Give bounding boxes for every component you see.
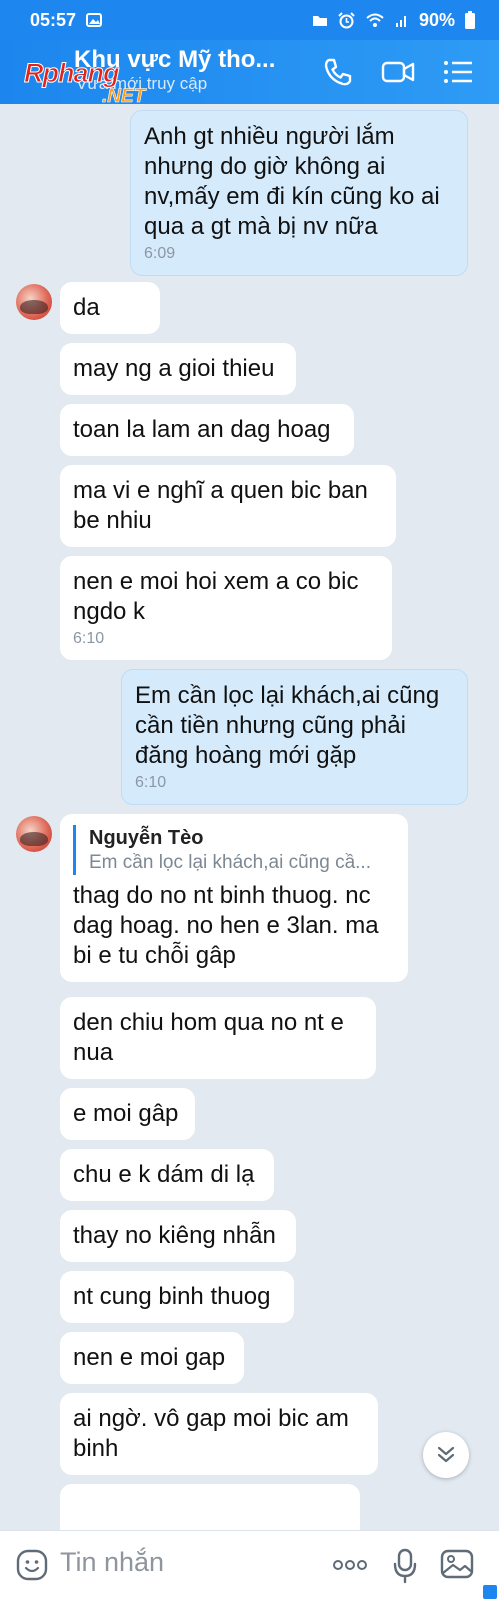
message-text: chu e k dám di lạ xyxy=(73,1161,255,1188)
battery-percent: 90% xyxy=(418,9,455,30)
message-bubble-incoming[interactable]: toan la lam an dag hoag xyxy=(60,404,354,456)
message-bubble-incoming-reply[interactable]: Nguyễn Tèo Em cần lọc lại khách,ai cũng … xyxy=(60,814,408,982)
reply-quote[interactable]: Nguyễn Tèo Em cần lọc lại khách,ai cũng … xyxy=(73,825,395,875)
avatar[interactable] xyxy=(16,816,52,852)
message-text: nt cung binh thuog xyxy=(73,1283,271,1310)
more-icon[interactable] xyxy=(332,1555,368,1575)
status-time: 05:57 xyxy=(30,9,77,30)
double-chevron-down-icon xyxy=(437,1446,455,1463)
message-bubble-incoming[interactable]: chu e k dám di lạ xyxy=(60,1149,274,1201)
video-icon[interactable] xyxy=(380,54,416,90)
corner-badge xyxy=(483,1585,497,1599)
chat-header: Khu vực Mỹ tho... Vừa mới truy cập Rphan… xyxy=(0,40,499,107)
message-bubble-incoming[interactable]: thay no kiêng nhẫn xyxy=(60,1210,296,1262)
alarm-icon xyxy=(338,11,355,28)
message-bubble-incoming[interactable]: da xyxy=(60,282,160,334)
input-bar: Tin nhắn xyxy=(0,1530,499,1601)
message-bubble-incoming[interactable]: may ng a gioi thieu xyxy=(60,343,296,395)
message-time: 6:10 xyxy=(73,630,105,647)
message-text: nen e moi gap xyxy=(73,1344,226,1371)
folder-icon xyxy=(312,16,327,26)
quote-text: Em cần lọc lại khách,ai cũng cầ... xyxy=(89,852,371,873)
message-input[interactable]: Tin nhắn xyxy=(60,1547,164,1578)
scroll-to-bottom-button[interactable] xyxy=(423,1432,469,1478)
message-bubble-incoming[interactable]: nt cung binh thuog xyxy=(60,1271,294,1323)
emoji-icon[interactable] xyxy=(15,1548,49,1582)
message-bubble-incoming[interactable]: nen e moi gap xyxy=(60,1332,244,1384)
message-bubble-incoming[interactable]: ma vi e nghĩ a quen bic ban be nhiu xyxy=(60,465,396,547)
message-text: da xyxy=(73,294,100,321)
message-bubble-incoming[interactable]: e moi gâp xyxy=(60,1088,195,1140)
message-text: Em cần lọc lại khách,ai cũng cần tiền nh… xyxy=(135,682,440,769)
message-text: ai ngờ. vô gap moi bic am binh xyxy=(73,1405,349,1462)
message-text: nen e moi hoi xem a co bic ngdo k xyxy=(73,568,359,625)
image-icon[interactable] xyxy=(440,1548,474,1580)
message-text: e moi gâp xyxy=(73,1100,179,1127)
image-icon xyxy=(86,13,103,27)
avatar[interactable] xyxy=(16,284,52,320)
phone-icon[interactable] xyxy=(320,54,356,90)
message-text: Anh gt nhiều người lắm nhưng do giờ khôn… xyxy=(144,123,440,240)
wifi-icon xyxy=(366,13,384,27)
message-text: toan la lam an dag hoag xyxy=(73,416,331,443)
battery-icon xyxy=(465,11,475,29)
message-text: den chiu hom qua no nt e nua xyxy=(73,1009,344,1066)
message-text: may ng a gioi thieu xyxy=(73,355,275,382)
menu-icon[interactable] xyxy=(440,54,476,90)
watermark-logo: Rphang .NET xyxy=(24,58,146,108)
message-bubble-outgoing[interactable]: Em cần lọc lại khách,ai cũng cần tiền nh… xyxy=(121,669,468,805)
message-bubble-incoming[interactable]: den chiu hom qua no nt e nua xyxy=(60,997,376,1079)
microphone-icon[interactable] xyxy=(392,1548,418,1584)
status-bar: 05:57 90% xyxy=(0,0,499,40)
message-bubble-outgoing[interactable]: Anh gt nhiều người lắm nhưng do giờ khôn… xyxy=(130,110,468,276)
message-bubble-incoming-partial[interactable] xyxy=(60,1484,360,1530)
quote-author: Nguyễn Tèo xyxy=(89,827,204,849)
message-time: 6:10 xyxy=(135,774,167,791)
signal-icon xyxy=(395,15,406,27)
message-time: 6:09 xyxy=(144,245,176,262)
message-list[interactable]: Anh gt nhiều người lắm nhưng do giờ khôn… xyxy=(0,104,499,1530)
message-text: ma vi e nghĩ a quen bic ban be nhiu xyxy=(73,477,368,534)
message-text: thag do no nt binh thuog. nc dag hoag. n… xyxy=(73,882,379,969)
message-text: thay no kiêng nhẫn xyxy=(73,1222,276,1249)
message-bubble-incoming[interactable]: nen e moi hoi xem a co bic ngdo k 6:10 xyxy=(60,556,392,660)
message-bubble-incoming[interactable]: ai ngờ. vô gap moi bic am binh xyxy=(60,1393,378,1475)
